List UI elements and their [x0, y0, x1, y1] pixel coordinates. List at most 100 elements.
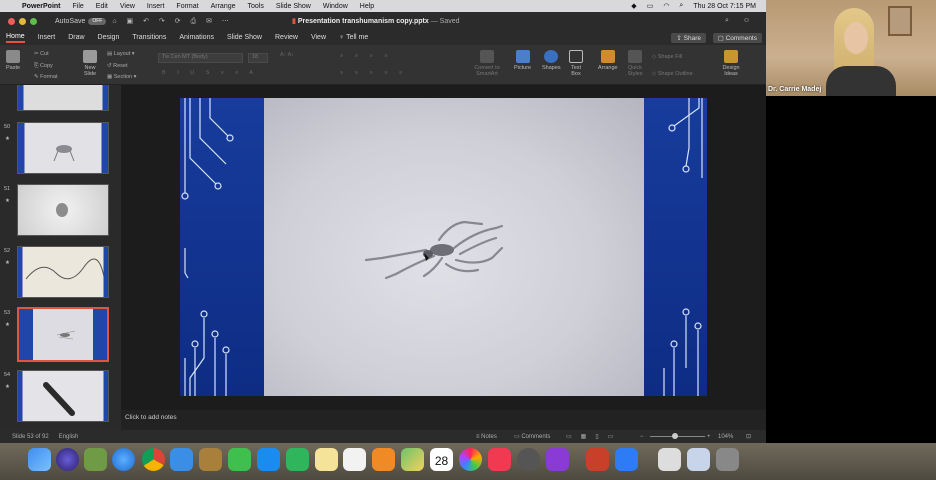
- fit-to-window-icon[interactable]: ⊡: [746, 433, 751, 440]
- zoom-slider[interactable]: [650, 433, 705, 439]
- slide-thumbnail-52[interactable]: [17, 246, 109, 298]
- wifi-icon[interactable]: ◠: [663, 2, 669, 10]
- photos-icon[interactable]: [459, 448, 482, 471]
- reminders-icon[interactable]: [343, 448, 366, 471]
- siri-icon[interactable]: [56, 448, 79, 471]
- slide-thumbnail-51[interactable]: [17, 184, 109, 236]
- music-icon[interactable]: [488, 448, 511, 471]
- title-right-icons[interactable]: ⌕ ☺: [725, 17, 756, 25]
- shape-fill-button[interactable]: ◇ Shape Fill: [652, 54, 682, 60]
- language-indicator[interactable]: English: [59, 434, 79, 440]
- zoom-level[interactable]: 104%: [718, 434, 733, 440]
- system-preferences-icon[interactable]: [517, 448, 540, 471]
- tab-slide-show[interactable]: Slide Show: [227, 34, 262, 41]
- messages-icon[interactable]: [228, 448, 251, 471]
- zoom-slider-thumb[interactable]: [672, 433, 678, 439]
- tab-draw[interactable]: Draw: [68, 34, 84, 41]
- calendar-icon[interactable]: 28: [430, 448, 453, 471]
- search-icon[interactable]: ⌕: [679, 2, 683, 10]
- menu-slide-show[interactable]: Slide Show: [276, 3, 311, 10]
- convert-smartart-button[interactable]: Convert to SmartArt: [470, 50, 504, 77]
- document-file-icon[interactable]: [658, 448, 681, 471]
- tab-view[interactable]: View: [311, 34, 326, 41]
- tab-insert[interactable]: Insert: [38, 34, 56, 41]
- arrange-button[interactable]: Arrange: [598, 50, 618, 71]
- format-painter-button[interactable]: ✎ Format: [34, 74, 58, 80]
- clock-text[interactable]: Thu 28 Oct 7:15 PM: [693, 3, 756, 10]
- podcasts-icon[interactable]: [546, 448, 569, 471]
- menu-powerpoint[interactable]: PowerPoint: [22, 3, 61, 10]
- close-window-icon[interactable]: [8, 17, 15, 25]
- maps-icon[interactable]: [401, 448, 424, 471]
- books-icon[interactable]: [372, 448, 395, 471]
- slide-thumbnail-pane[interactable]: 50 ★ 51 ★ 52 ★ 53 ★ 54 ★: [0, 85, 121, 430]
- layout-button[interactable]: ▤ Layout ▾: [107, 51, 135, 57]
- contacts-icon[interactable]: [199, 448, 222, 471]
- menu-format[interactable]: Format: [176, 3, 198, 10]
- text-box-button[interactable]: Text Box: [568, 50, 584, 77]
- launchpad-icon[interactable]: [84, 448, 107, 471]
- trash-icon[interactable]: [716, 448, 739, 471]
- tab-review[interactable]: Review: [275, 34, 298, 41]
- font-grow-shrink[interactable]: A↑ A↓: [280, 52, 294, 58]
- paragraph-buttons[interactable]: ≡ ≡ ≡ ≡: [340, 53, 392, 59]
- copy-button[interactable]: ⎘ Copy: [34, 63, 53, 70]
- tab-design[interactable]: Design: [98, 34, 120, 41]
- notes-placeholder[interactable]: Click to add notes: [125, 414, 177, 421]
- mail-icon[interactable]: [170, 448, 193, 471]
- menu-insert[interactable]: Insert: [147, 3, 165, 10]
- share-button[interactable]: ⇪ Share: [671, 33, 706, 43]
- comments-toggle-button[interactable]: ▭ Comments: [514, 433, 550, 440]
- picture-button[interactable]: Picture: [514, 50, 531, 71]
- menu-edit[interactable]: Edit: [96, 3, 108, 10]
- spider-photo[interactable]: [264, 98, 644, 396]
- font-format-buttons[interactable]: B I U S x x A: [162, 70, 258, 76]
- cut-button[interactable]: ✂ Cut: [34, 51, 49, 57]
- notes-app-icon[interactable]: [315, 448, 338, 471]
- downloads-icon[interactable]: [687, 448, 710, 471]
- slide-thumbnail-partial[interactable]: [17, 85, 109, 111]
- tab-transitions[interactable]: Transitions: [132, 34, 166, 41]
- slide-thumbnail-54[interactable]: [17, 370, 109, 422]
- tab-tell-me[interactable]: ♀ Tell me: [339, 34, 368, 41]
- safari-icon[interactable]: [112, 448, 135, 471]
- font-size-dropdown[interactable]: 18: [248, 53, 268, 63]
- battery-icon[interactable]: ▭: [647, 2, 654, 10]
- zoom-app-icon[interactable]: [615, 448, 638, 471]
- new-slide-button[interactable]: New Slide: [80, 50, 100, 77]
- view-buttons[interactable]: ▭▦▯▭: [566, 433, 622, 440]
- notes-toggle-button[interactable]: ≡ Notes: [476, 434, 497, 440]
- dropbox-icon[interactable]: ◆: [631, 2, 636, 10]
- facetime-icon[interactable]: [286, 448, 309, 471]
- tab-animations[interactable]: Animations: [179, 34, 214, 41]
- menu-help[interactable]: Help: [360, 3, 374, 10]
- quick-styles-button[interactable]: Quick Styles: [626, 50, 644, 77]
- shapes-button[interactable]: Shapes: [542, 50, 561, 71]
- notes-pane[interactable]: Click to add notes: [121, 410, 766, 430]
- menu-tools[interactable]: Tools: [248, 3, 264, 10]
- alignment-buttons[interactable]: ≡ ≡ ≡ ≡ ≡: [340, 70, 407, 76]
- shape-outline-button[interactable]: ◇ Shape Outline: [652, 71, 693, 77]
- section-button[interactable]: ▦ Section ▾: [107, 74, 136, 80]
- powerpoint-icon[interactable]: [586, 448, 609, 471]
- finder-icon[interactable]: [28, 448, 51, 471]
- menu-arrange[interactable]: Arrange: [211, 3, 236, 10]
- menu-view[interactable]: View: [120, 3, 135, 10]
- app-store-icon[interactable]: [257, 448, 280, 471]
- chrome-icon[interactable]: [142, 448, 165, 471]
- design-ideas-button[interactable]: Design Ideas: [720, 50, 742, 77]
- tab-home[interactable]: Home: [6, 33, 25, 43]
- comments-button[interactable]: ▢ Comments: [712, 33, 762, 43]
- current-slide[interactable]: [180, 98, 707, 396]
- slide-editor[interactable]: [121, 85, 766, 410]
- menu-window[interactable]: Window: [323, 3, 348, 10]
- menu-file[interactable]: File: [73, 3, 84, 10]
- autosave-toggle[interactable]: OFF: [88, 17, 107, 25]
- slide-thumbnail-53-selected[interactable]: [17, 307, 109, 362]
- slide-thumbnail-50[interactable]: [17, 122, 109, 174]
- paste-button[interactable]: Paste: [6, 50, 20, 71]
- zoom-out-button[interactable]: −: [640, 434, 644, 440]
- font-name-dropdown[interactable]: Tw Cen MT (Body): [158, 53, 243, 63]
- quick-access-toolbar[interactable]: ⌂ ▣ ↶ ↷ ⟳ ⎙ ✉ ⋯: [112, 17, 233, 26]
- zoom-in-button[interactable]: +: [707, 434, 711, 440]
